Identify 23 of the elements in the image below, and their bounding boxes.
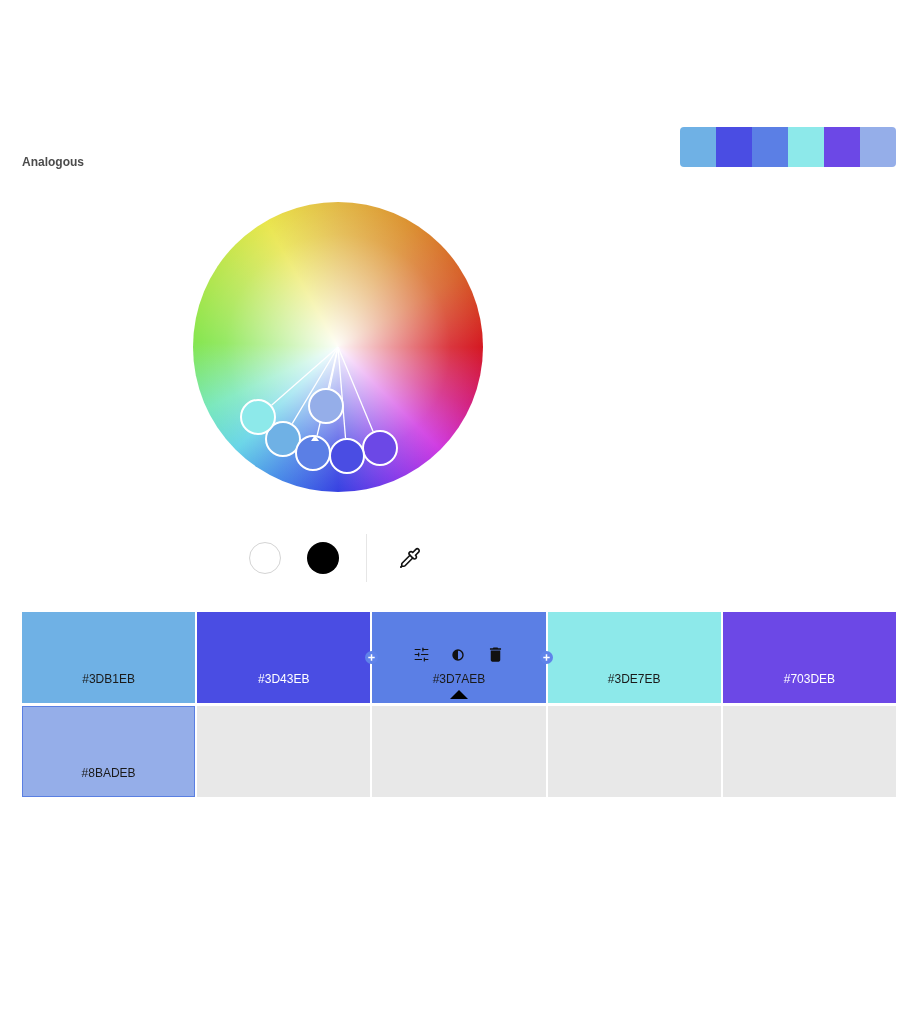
color-marker[interactable]: [295, 435, 331, 471]
color-swatch[interactable]: #3D43EB: [197, 612, 371, 703]
color-marker[interactable]: [329, 438, 365, 474]
sliders-icon[interactable]: [413, 646, 430, 663]
color-swatch[interactable]: #3D7AEB: [372, 612, 546, 703]
contrast-icon[interactable]: [452, 648, 464, 661]
color-swatch[interactable]: #703DEB: [722, 612, 896, 703]
color-marker[interactable]: [308, 388, 344, 424]
color-swatch[interactable]: #3DB1EB: [22, 612, 196, 703]
color-swatch[interactable]: #8BADEB: [22, 706, 196, 797]
hex-code: #703DEB: [783, 672, 836, 686]
hex-code: #8BADEB: [81, 766, 136, 780]
hex-code: #3D43EB: [258, 672, 310, 686]
triangle-icon: [450, 690, 468, 699]
eyedropper-icon[interactable]: [399, 547, 421, 569]
harmony-title: Analogous: [22, 155, 84, 169]
color-marker[interactable]: [240, 399, 276, 435]
hex-code: #3DE7EB: [607, 672, 661, 686]
color-swatch[interactable]: #3DE7EB: [547, 612, 721, 703]
color-marker[interactable]: [265, 421, 301, 457]
hex-code: #3D7AEB: [432, 672, 486, 686]
color-marker[interactable]: [362, 430, 398, 466]
hex-code: #3DB1EB: [82, 672, 135, 686]
